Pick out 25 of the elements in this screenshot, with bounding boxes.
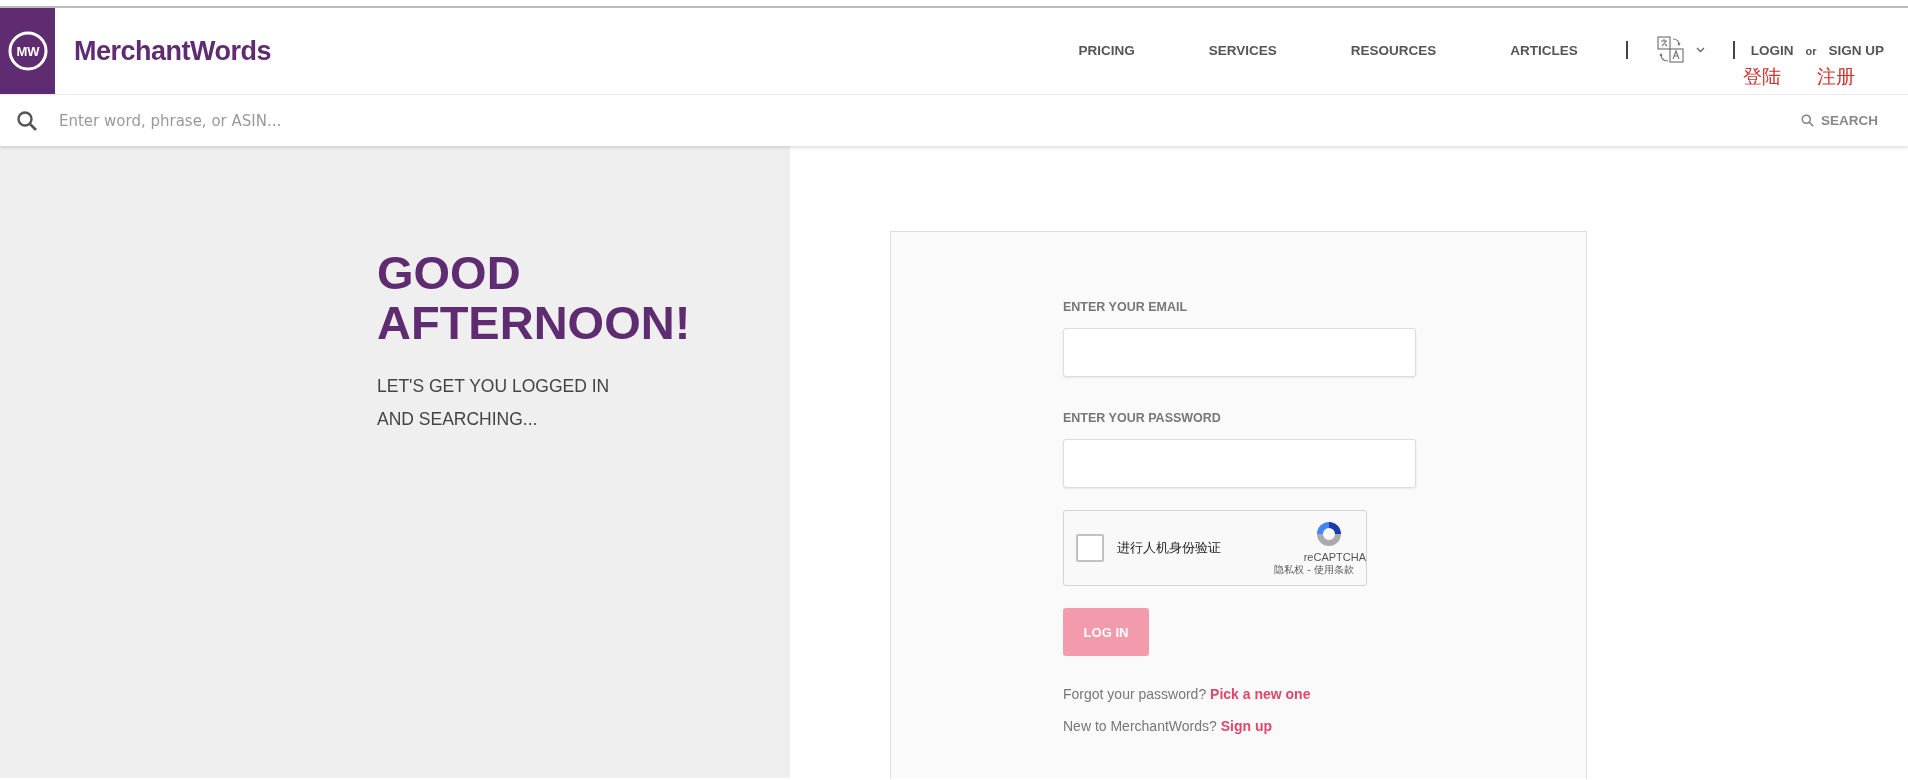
recaptcha-brand: reCAPTCHA <box>1303 551 1366 563</box>
new-user-text: New to MerchantWords? <box>1063 718 1218 734</box>
greeting-subtitle: LET'S GET YOU LOGGED IN <box>377 375 611 398</box>
nav-link[interactable]: SERVICES <box>1208 43 1277 58</box>
password-label: ENTER YOUR PASSWORD <box>1063 411 1222 425</box>
nav-link[interactable]: RESOURCES <box>1350 43 1437 58</box>
email-label: ENTER YOUR EMAIL <box>1063 300 1189 314</box>
greeting-title: GOOD <box>377 248 522 298</box>
logo-badge[interactable]: MW <box>0 8 55 94</box>
login-link[interactable]: LOGIN <box>1750 43 1794 58</box>
search-button[interactable]: SEARCH <box>1794 112 1884 129</box>
reset-password-link[interactable]: Pick a new one <box>1210 686 1311 702</box>
captcha-label: 进行人机身份验证 <box>1117 539 1221 557</box>
forgot-text: Forgot your password? <box>1063 686 1208 702</box>
or-text: or <box>1805 45 1817 57</box>
nav-link[interactable]: ARTICLES <box>1510 43 1578 58</box>
signup-text-link[interactable]: Sign up <box>1220 718 1273 734</box>
annotation-text: 登陆 <box>1742 64 1781 89</box>
greeting-title: AFTERNOON! <box>377 298 692 348</box>
annotation-text: 注册 <box>1816 64 1855 89</box>
nav-link[interactable]: PRICING <box>1078 43 1135 58</box>
brand-name[interactable]: MerchantWords <box>74 35 272 67</box>
signup-link[interactable]: SIGN UP <box>1828 43 1884 58</box>
captcha-terms-links[interactable]: 隐私权 - 使用条款 <box>1274 563 1354 577</box>
greeting-subtitle: AND SEARCHING... <box>377 408 539 431</box>
